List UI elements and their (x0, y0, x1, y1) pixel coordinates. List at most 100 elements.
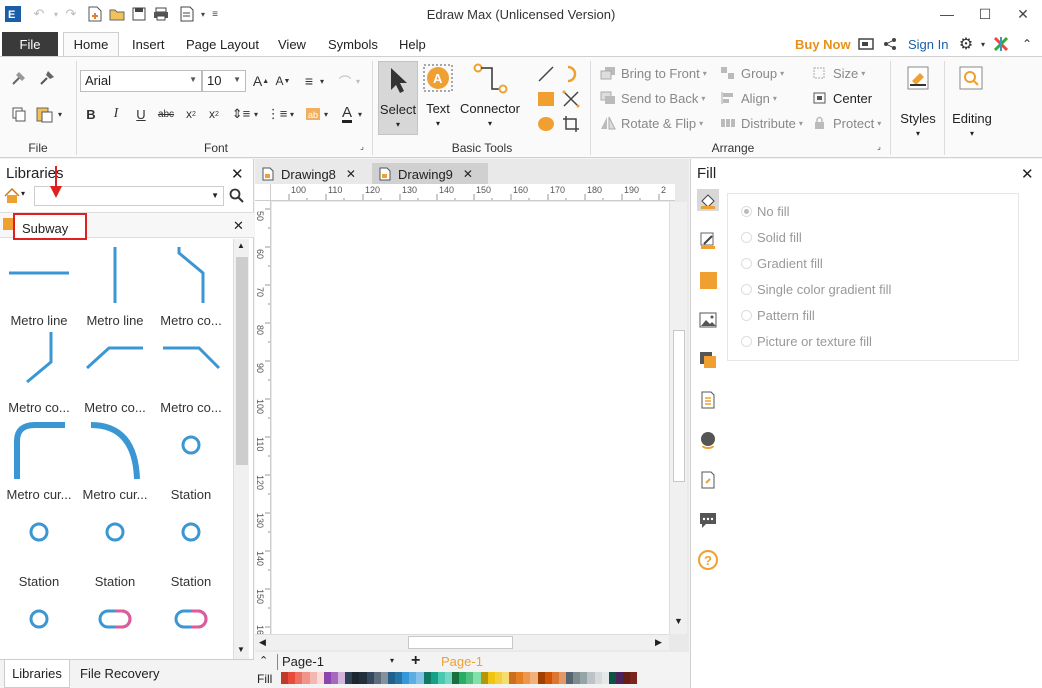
shape-metro-line-vertical[interactable]: Metro line (77, 243, 153, 328)
tab-file[interactable]: File (2, 32, 58, 56)
color-swatch[interactable] (323, 672, 331, 684)
text-tool-button[interactable]: A Text ▾ (420, 61, 456, 135)
ruler-vertical[interactable]: 50 60 70 80 90 100 110 120 130 140 150 1… (255, 201, 271, 635)
highlight-dropdown-icon[interactable]: ▾ (320, 103, 332, 125)
color-swatch[interactable] (551, 672, 559, 684)
search-icon[interactable] (229, 188, 245, 207)
shape-metro-corner-2[interactable]: Metro co... (1, 330, 77, 415)
color-swatch[interactable] (494, 672, 502, 684)
maximize-button[interactable]: ☐ (966, 0, 1004, 28)
italic-icon[interactable]: I (105, 103, 127, 125)
help-tab-icon[interactable]: ? (697, 549, 719, 571)
color-swatch[interactable] (352, 672, 360, 684)
line-spacing-icon[interactable]: ⇕≡ (230, 103, 252, 125)
fill-option-pattern-fill[interactable]: Pattern fill (741, 308, 815, 323)
increase-font-icon[interactable]: A ▲ (250, 70, 272, 92)
color-swatch[interactable] (587, 672, 595, 684)
color-swatch[interactable] (544, 672, 552, 684)
shape-metro-line-horizontal[interactable]: Metro line (1, 243, 77, 328)
color-swatch[interactable] (601, 672, 609, 684)
font-color-dropdown-icon[interactable]: ▾ (354, 103, 366, 125)
connector-tool-button[interactable]: Connector ▾ (458, 61, 522, 135)
home-icon[interactable] (4, 187, 20, 204)
home-dropdown-icon[interactable]: ▾ (21, 189, 25, 198)
close-libraries-icon[interactable]: ✕ (231, 165, 244, 183)
shape-interchange-2[interactable] (153, 591, 229, 657)
underline-icon[interactable]: U (130, 103, 152, 125)
color-swatch[interactable] (345, 672, 353, 684)
color-swatch[interactable] (295, 672, 303, 684)
arc-shape-icon[interactable] (560, 63, 582, 85)
color-swatch[interactable] (452, 672, 460, 684)
bullets-dropdown-icon[interactable]: ▾ (286, 103, 298, 125)
fill-option-no-fill[interactable]: No fill (741, 204, 790, 219)
editing-button[interactable]: Editing ▾ (948, 65, 996, 145)
color-swatch[interactable] (281, 672, 289, 684)
line-tab-icon[interactable] (697, 229, 719, 251)
link-dropdown-icon[interactable]: ▾ (352, 70, 364, 92)
ellipse-shape-icon[interactable] (535, 113, 557, 135)
scroll-down-icon[interactable]: ▼ (674, 616, 683, 626)
color-swatch[interactable] (302, 672, 310, 684)
sign-in-link[interactable]: Sign In (900, 32, 956, 56)
fill-tab-icon[interactable] (697, 189, 719, 211)
tab-help[interactable]: Help (391, 32, 434, 56)
select-tool-button[interactable]: Select ▾ (378, 61, 418, 135)
color-swatch[interactable] (480, 672, 488, 684)
shape-interchange-1[interactable] (77, 591, 153, 657)
color-swatch[interactable] (288, 672, 296, 684)
canvas-hscroll-thumb[interactable] (408, 636, 513, 649)
skin-color-icon[interactable] (990, 33, 1012, 55)
scroll-down-icon[interactable]: ▼ (237, 645, 245, 654)
color-swatch[interactable] (416, 672, 424, 684)
color-swatch[interactable] (330, 672, 338, 684)
copy-icon[interactable] (8, 103, 30, 125)
fill-option-solid-fill[interactable]: Solid fill (741, 230, 802, 245)
bring-to-front-button[interactable]: Bring to Front ▾ (600, 63, 707, 83)
color-swatch[interactable] (366, 672, 374, 684)
drawing-page[interactable] (272, 202, 675, 634)
color-swatch[interactable] (537, 672, 545, 684)
scroll-left-icon[interactable]: ◀ (259, 637, 266, 648)
rotate-flip-button[interactable]: Rotate & Flip ▾ (600, 113, 703, 133)
data-tab-icon[interactable] (697, 389, 719, 411)
canvas-vscroll-thumb[interactable] (673, 330, 685, 482)
shape-station-4[interactable]: Station (153, 504, 229, 589)
page-select[interactable]: Page-1 ▾ (277, 654, 397, 670)
close-window-button[interactable]: ✕ (1004, 0, 1042, 28)
buy-now-link[interactable]: Buy Now (787, 32, 859, 56)
shadow-tab-icon[interactable] (697, 269, 719, 291)
color-swatch[interactable] (395, 672, 403, 684)
font-name-select[interactable]: Arial ▼ (80, 70, 202, 92)
share-icon[interactable] (879, 33, 901, 55)
center-button[interactable]: Center (812, 88, 872, 108)
color-swatch[interactable] (373, 672, 381, 684)
color-swatch[interactable] (509, 672, 517, 684)
shape-station-2[interactable]: Station (1, 504, 77, 589)
bullets-icon[interactable]: ⋮≡ (266, 103, 288, 125)
doc-tab-drawing9[interactable]: Drawing9 ✕ (372, 163, 488, 185)
color-swatch[interactable] (459, 672, 467, 684)
color-swatch[interactable] (516, 672, 524, 684)
hyperlink-tab-icon[interactable] (697, 429, 719, 451)
color-swatch[interactable] (608, 672, 616, 684)
tab-file-recovery[interactable]: File Recovery (80, 666, 159, 681)
share-window-icon[interactable] (855, 33, 877, 55)
canvas-horizontal-scrollbar[interactable]: ◀ ▶ (255, 634, 669, 650)
color-swatch[interactable] (387, 672, 395, 684)
image-tab-icon[interactable] (697, 309, 719, 331)
layer-tab-icon[interactable] (697, 349, 719, 371)
color-swatch[interactable] (558, 672, 566, 684)
line-spacing-dropdown-icon[interactable]: ▾ (250, 103, 262, 125)
crop-icon[interactable] (560, 113, 582, 135)
color-swatch[interactable] (594, 672, 602, 684)
scroll-right-icon[interactable]: ▶ (655, 637, 662, 648)
fill-option-gradient-fill[interactable]: Gradient fill (741, 256, 823, 271)
distribute-button[interactable]: Distribute ▾ (720, 113, 803, 133)
send-to-back-button[interactable]: Send to Back ▾ (600, 88, 705, 108)
attachment-tab-icon[interactable] (697, 469, 719, 491)
shape-metro-corner-4[interactable]: Metro co... (153, 330, 229, 415)
color-swatch[interactable] (487, 672, 495, 684)
shape-station-1[interactable]: Station (153, 417, 229, 502)
color-swatch[interactable] (380, 672, 388, 684)
